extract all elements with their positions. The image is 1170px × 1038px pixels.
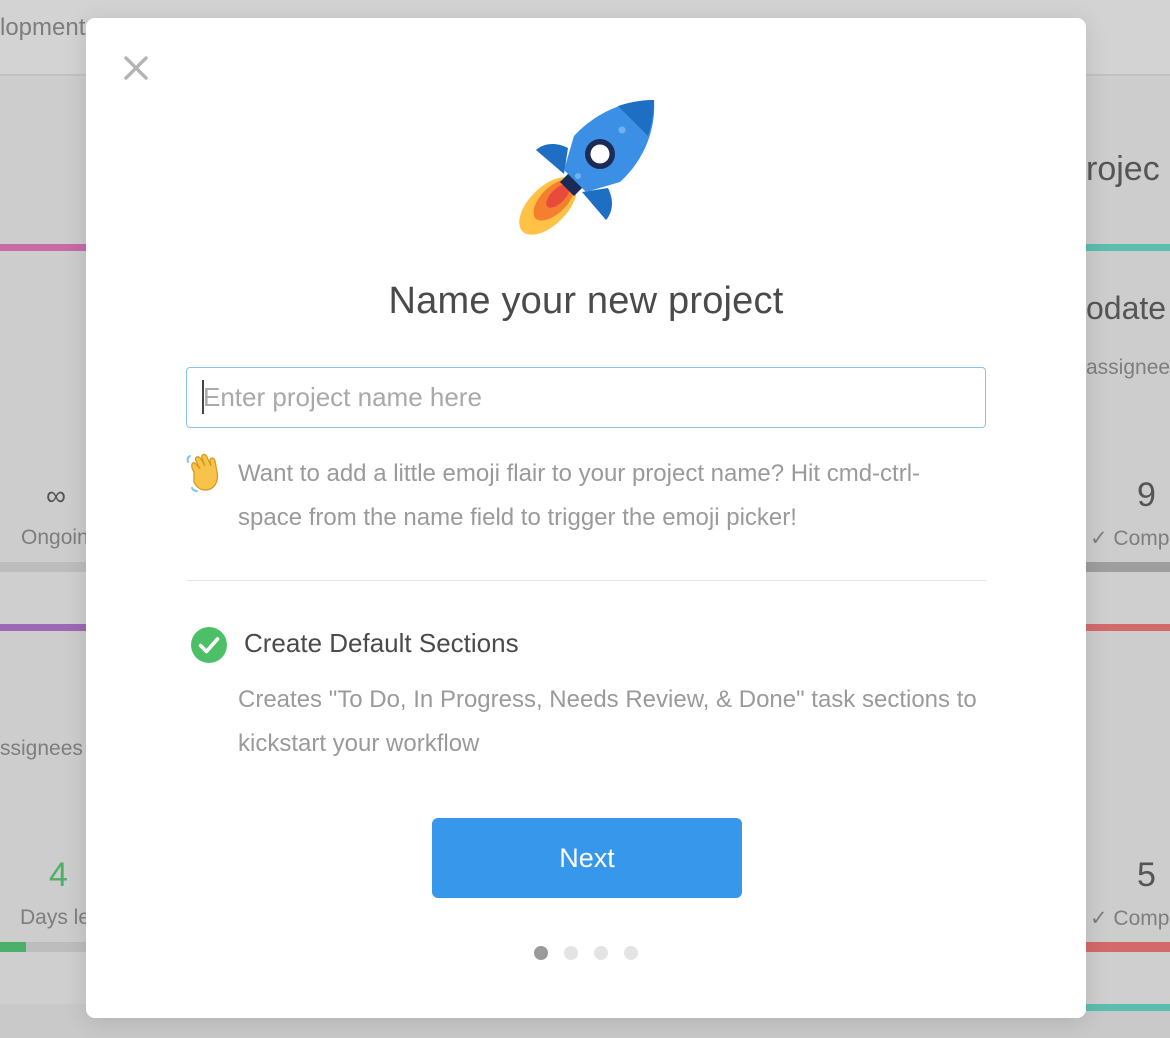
background-ongoing-label: Ongoin <box>21 526 89 549</box>
background-card-strip <box>0 244 86 251</box>
background-right-title: rojec <box>1086 150 1160 188</box>
pager-dot[interactable] <box>534 946 548 960</box>
close-button[interactable] <box>122 54 150 82</box>
background-card-strip <box>1086 624 1170 631</box>
default-sections-description: Creates "To Do, In Progress, Needs Revie… <box>238 686 977 757</box>
pager-dot[interactable] <box>564 946 578 960</box>
project-name-input[interactable] <box>186 367 986 428</box>
pager-dot[interactable] <box>624 946 638 960</box>
background-card-right-bottom <box>1086 631 1170 951</box>
close-icon <box>124 56 148 80</box>
default-sections-checkbox[interactable] <box>190 626 228 664</box>
background-progress-bar <box>1086 942 1170 952</box>
check-circle-icon <box>191 627 227 663</box>
background-right-number-bottom: 5 <box>1137 856 1156 894</box>
step-pager <box>534 946 638 960</box>
background-card-left-top <box>0 78 86 246</box>
background-card-strip <box>1086 244 1170 251</box>
background-assignees-label: ssignees <box>0 737 83 760</box>
background-card-strip <box>0 624 86 631</box>
modal-title: Name your new project <box>388 280 784 322</box>
background-right-number-top: 9 <box>1137 476 1156 514</box>
emoji-tip-text: Want to add a little emoji flair to your… <box>238 460 921 531</box>
background-right-subtext: assignee <box>1086 356 1170 379</box>
background-header-title: lopment <box>0 14 86 41</box>
background-right-heading: odate <box>1086 290 1167 326</box>
pager-dot[interactable] <box>594 946 608 960</box>
new-project-modal: Name your new project Want to add a litt… <box>86 18 1086 1018</box>
background-infinity: ∞ <box>46 480 66 511</box>
divider <box>186 580 986 581</box>
background-days-number: 4 <box>49 856 68 894</box>
background-days-label: Days le <box>20 906 91 929</box>
background-right-complete-top: ✓ Comp <box>1090 527 1170 550</box>
background-right-complete-bottom: ✓ Comp <box>1090 907 1170 930</box>
background-card-strip <box>1086 1004 1170 1011</box>
background-card-left-mid <box>0 251 86 571</box>
background-card-left-bottom <box>0 631 86 951</box>
text-caret <box>202 380 204 414</box>
background-progress-fill <box>0 942 26 952</box>
background-progress-bar <box>0 562 86 572</box>
background-progress-bar <box>1086 562 1170 572</box>
rocket-icon <box>519 100 655 235</box>
next-button[interactable]: Next <box>432 818 742 898</box>
default-sections-title: Create Default Sections <box>244 628 519 658</box>
waving-hand-icon <box>186 453 219 492</box>
